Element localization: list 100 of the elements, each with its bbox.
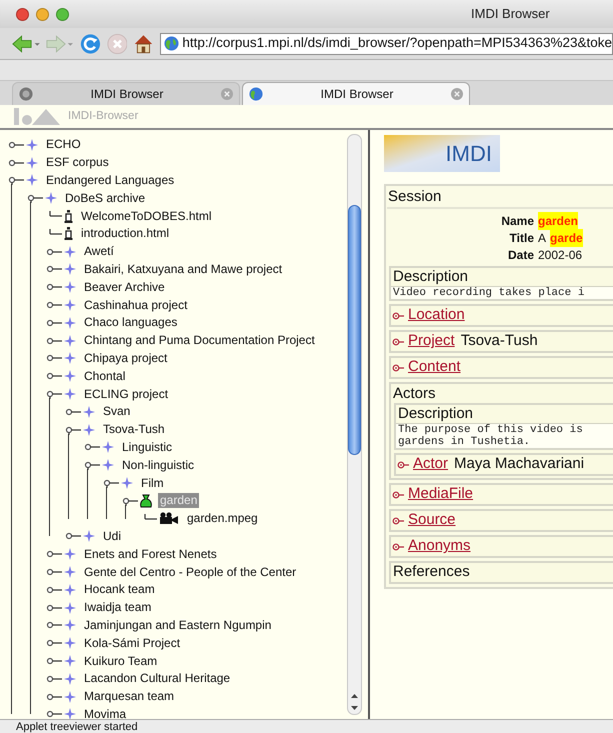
bag-icon [140,494,152,508]
collapsed-handle-icon[interactable] [46,246,62,257]
star-icon [102,441,114,454]
section-link[interactable]: MediaFile [408,483,474,506]
tree-item[interactable]: Linguistic [120,440,174,455]
zoom-window-button[interactable] [56,8,69,20]
tree-item[interactable]: Film [139,476,166,491]
collapsed-handle-icon[interactable] [46,567,62,578]
description-text: The purpose of this video is gardens in Tushetia. [396,423,613,448]
description-text: Video recording takes place i [391,286,613,299]
tree-item[interactable]: Cashinahua project [82,298,190,313]
tree-item[interactable]: Lacandon Cultural Heritage [82,671,232,686]
collapsed-handle-icon[interactable] [46,584,62,595]
expanded-handle-icon[interactable] [103,478,119,488]
url-text: http://corpus1.mpi.nl/ds/imdi_browser/?openpath=MPI534363%23&toke [182,34,612,52]
expanded-handle-icon[interactable] [122,496,138,506]
tree-item[interactable]: Non-linguistic [120,458,196,473]
tree-item[interactable]: Awetí [82,244,116,260]
status-text: Applet treeviewer started [16,720,138,732]
tree-item[interactable]: Chontal [82,368,128,384]
browser-tab[interactable]: IMDI Browser [242,82,470,105]
star-icon [64,334,76,347]
collapsed-handle-icon[interactable] [46,264,62,274]
collapsed-handle-icon[interactable] [46,353,62,364]
expand-bullet-icon [392,542,406,550]
tree-item[interactable]: DoBeS archive [63,190,148,206]
tree-item[interactable]: Chaco languages [82,315,180,330]
collapsed-handle-icon[interactable] [46,282,62,292]
logo-text: IMDI [446,140,492,168]
tree-item[interactable]: Gente del Centro - People of the Center [82,564,298,580]
tree-item[interactable]: ESF corpus [44,155,111,170]
expanded-handle-icon[interactable] [8,175,24,186]
tree-item[interactable]: Jaminjungan and Eastern Ngumpin [82,618,274,633]
expanded-handle-icon[interactable] [27,193,43,204]
expanded-handle-icon[interactable] [84,460,100,470]
search-match: garde [550,228,583,246]
collapsed-handle-icon[interactable] [46,709,62,719]
tree-item[interactable]: Beaver Archive [82,280,167,295]
scrollbar-thumb[interactable] [348,205,361,455]
tree-item[interactable]: Iwaidja team [82,600,154,616]
close-window-button[interactable] [16,8,29,20]
collapsed-handle-icon[interactable] [84,442,100,452]
star-icon [64,263,76,276]
tree-item[interactable]: Marquesan team [82,689,176,704]
collapsed-handle-icon[interactable] [46,638,62,648]
collapsed-handle-icon[interactable] [46,300,62,310]
reload-icon[interactable] [80,32,101,56]
star-icon [64,708,76,719]
address-field[interactable]: http://corpus1.mpi.nl/ds/imdi_browser/?openpath=MPI534363%23&toke [160,32,613,54]
scrollbar[interactable] [347,134,362,715]
star-icon [83,406,95,418]
tree-item[interactable]: ECHO [44,137,83,152]
tree-item[interactable]: Tsova-Tush [101,422,167,438]
tree-item[interactable]: garden.mpeg [185,511,260,526]
collapsed-handle-icon[interactable] [8,158,24,168]
collapsed-handle-icon[interactable] [46,318,62,328]
collapsed-handle-icon[interactable] [46,602,62,613]
tree-item[interactable]: Chipaya project [82,350,170,366]
section-link[interactable]: Source [408,509,456,532]
back-arrow-icon[interactable] [12,34,40,54]
tree-item[interactable]: Svan [101,404,132,420]
expand-bullet-icon [397,460,411,468]
collapsed-handle-icon[interactable] [46,692,62,702]
collapsed-handle-icon[interactable] [46,549,62,560]
field-label: Title [508,230,534,246]
collapsed-handle-icon[interactable] [46,371,62,382]
tree-item[interactable]: Kuikuro Team [82,654,160,668]
tree-item[interactable]: Movima [82,706,128,719]
collapsed-handle-icon[interactable] [65,406,81,417]
collapsed-handle-icon[interactable] [46,656,62,666]
tree-item[interactable]: Bakairi, Katxuyana and Mawe project [82,262,284,277]
expanded-handle-icon[interactable] [65,424,81,435]
tree-item[interactable]: Hocank team [82,582,157,598]
tree-item[interactable]: Udi [101,528,124,544]
star-icon [64,566,76,578]
section-link[interactable]: Actor [413,453,448,476]
section-link[interactable]: Location [408,304,465,327]
section-title: Description [392,268,470,286]
section-link[interactable]: Project [408,330,455,353]
section-link[interactable]: Anonyms [408,535,471,558]
tree-item[interactable]: introduction.html [79,226,172,242]
collapsed-handle-icon[interactable] [65,531,81,542]
star-icon [64,690,76,703]
tree-item[interactable]: Chintang and Puma Documentation Project [82,333,317,348]
section-link[interactable]: Content [408,356,461,379]
collapsed-handle-icon[interactable] [46,674,62,684]
minimize-window-button[interactable] [36,8,49,20]
collapsed-handle-icon[interactable] [46,336,62,346]
tree-item[interactable]: Kola-Sámi Project [82,636,182,651]
collapsed-handle-icon[interactable] [8,140,24,150]
expanded-handle-icon[interactable] [46,389,62,400]
star-icon [102,459,114,472]
tree-item[interactable]: WelcomeToDOBES.html [79,208,214,224]
field-value: A [538,230,546,246]
tree-item[interactable]: Endangered Languages [44,172,176,188]
browser-tab[interactable]: IMDI Browser [12,82,240,105]
collapsed-handle-icon[interactable] [46,620,62,630]
applet-title: IMDI-Browser [68,108,138,124]
tree-item[interactable]: Enets and Forest Nenets [82,546,219,562]
tree-item[interactable]: ECLING project [82,386,170,402]
